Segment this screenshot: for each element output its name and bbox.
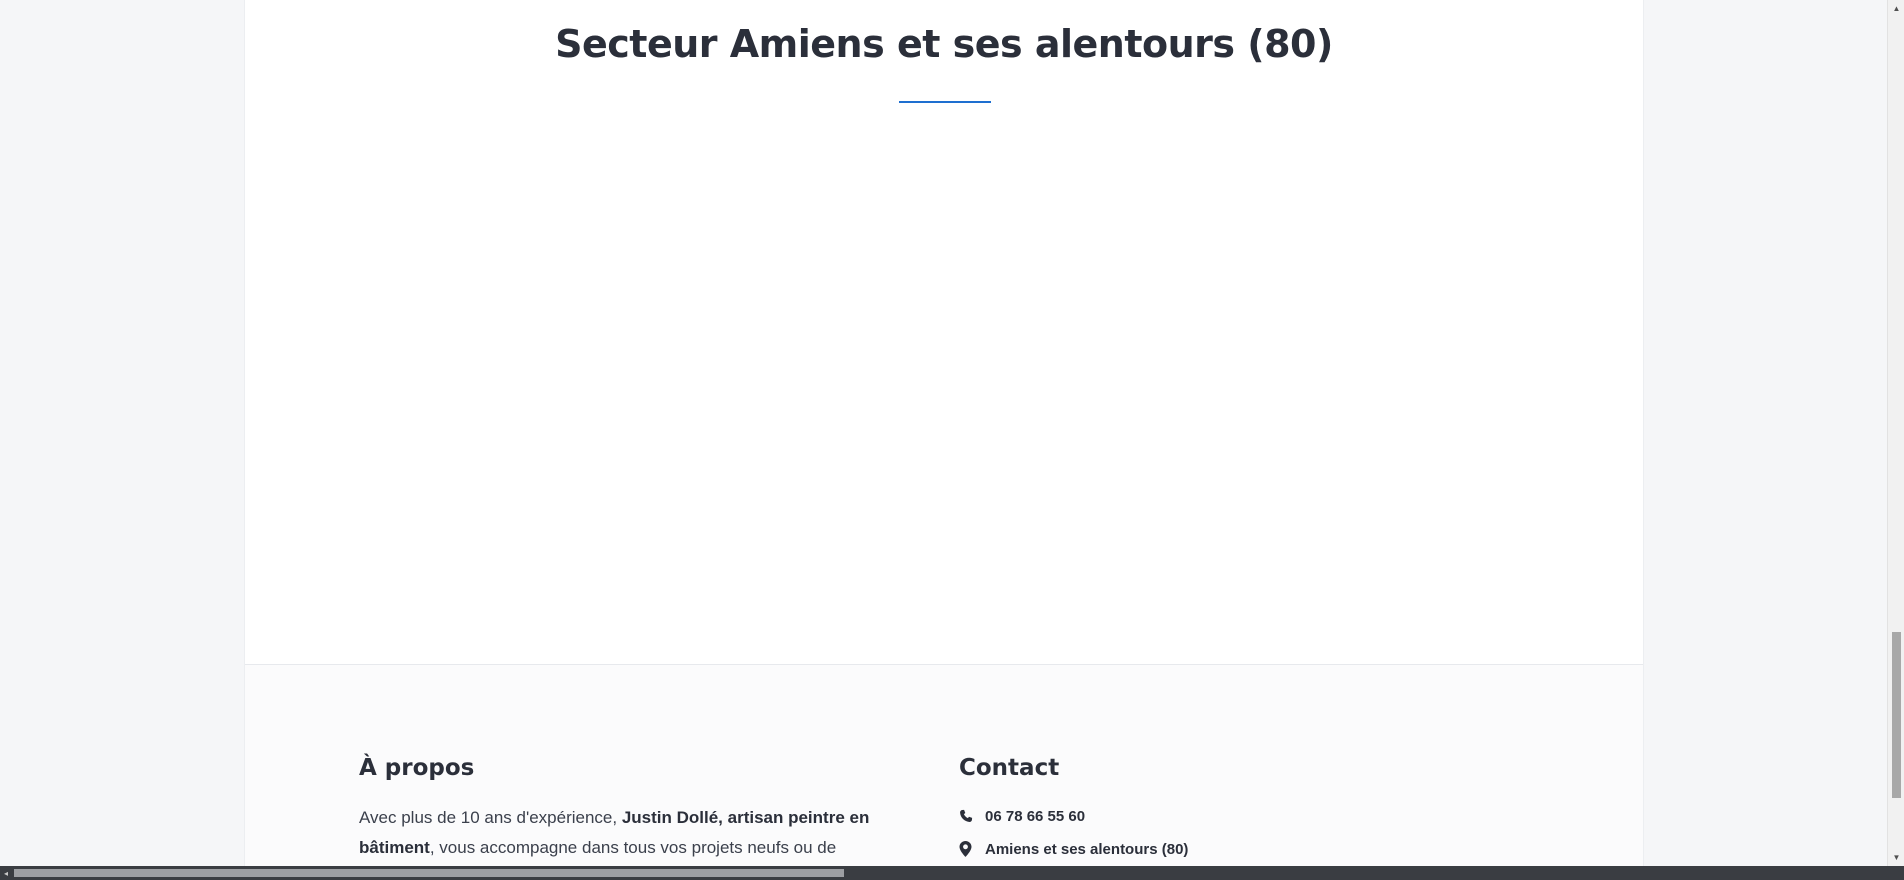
about-heading: À propos <box>359 755 475 781</box>
contact-heading: Contact <box>959 755 1060 781</box>
scroll-left-arrow-icon[interactable]: ◂ <box>0 866 12 880</box>
about-text-rest: , vous accompagne dans tous vos projets … <box>429 838 837 857</box>
vertical-scrollbar[interactable]: ▲ ▼ <box>1887 0 1904 866</box>
map-area <box>245 130 1643 660</box>
phone-icon <box>959 809 985 823</box>
scrollbar-corner <box>1887 866 1904 880</box>
horizontal-scrollbar-thumb[interactable] <box>14 869 844 877</box>
contact-phone[interactable]: 06 78 66 55 60 <box>959 803 1379 829</box>
horizontal-scrollbar[interactable]: ◂ <box>0 866 1904 880</box>
about-text: Avec plus de 10 ans d'expérience, Justin… <box>359 803 879 863</box>
page-content: Secteur Amiens et ses alentours (80) À p… <box>244 0 1644 866</box>
footer: À propos Avec plus de 10 ans d'expérienc… <box>245 664 1643 866</box>
contact-location: Amiens et ses alentours (80) <box>959 836 1379 862</box>
vertical-scrollbar-thumb[interactable] <box>1892 632 1901 798</box>
section-title: Secteur Amiens et ses alentours (80) <box>555 22 1333 66</box>
scroll-down-arrow-icon[interactable]: ▼ <box>1888 849 1904 866</box>
map-marker-icon <box>959 841 985 857</box>
about-text-intro: Avec plus de 10 ans d'expérience, <box>359 808 622 827</box>
contact-phone-label: 06 78 66 55 60 <box>985 807 1086 825</box>
title-underline <box>899 101 991 103</box>
footer-contact-column: Contact 06 78 66 55 60 Amiens et ses ale… <box>959 755 1379 866</box>
contact-location-label: Amiens et ses alentours (80) <box>985 840 1189 858</box>
footer-about-column: À propos Avec plus de 10 ans d'expérienc… <box>359 755 879 863</box>
scroll-up-arrow-icon[interactable]: ▲ <box>1888 0 1904 17</box>
